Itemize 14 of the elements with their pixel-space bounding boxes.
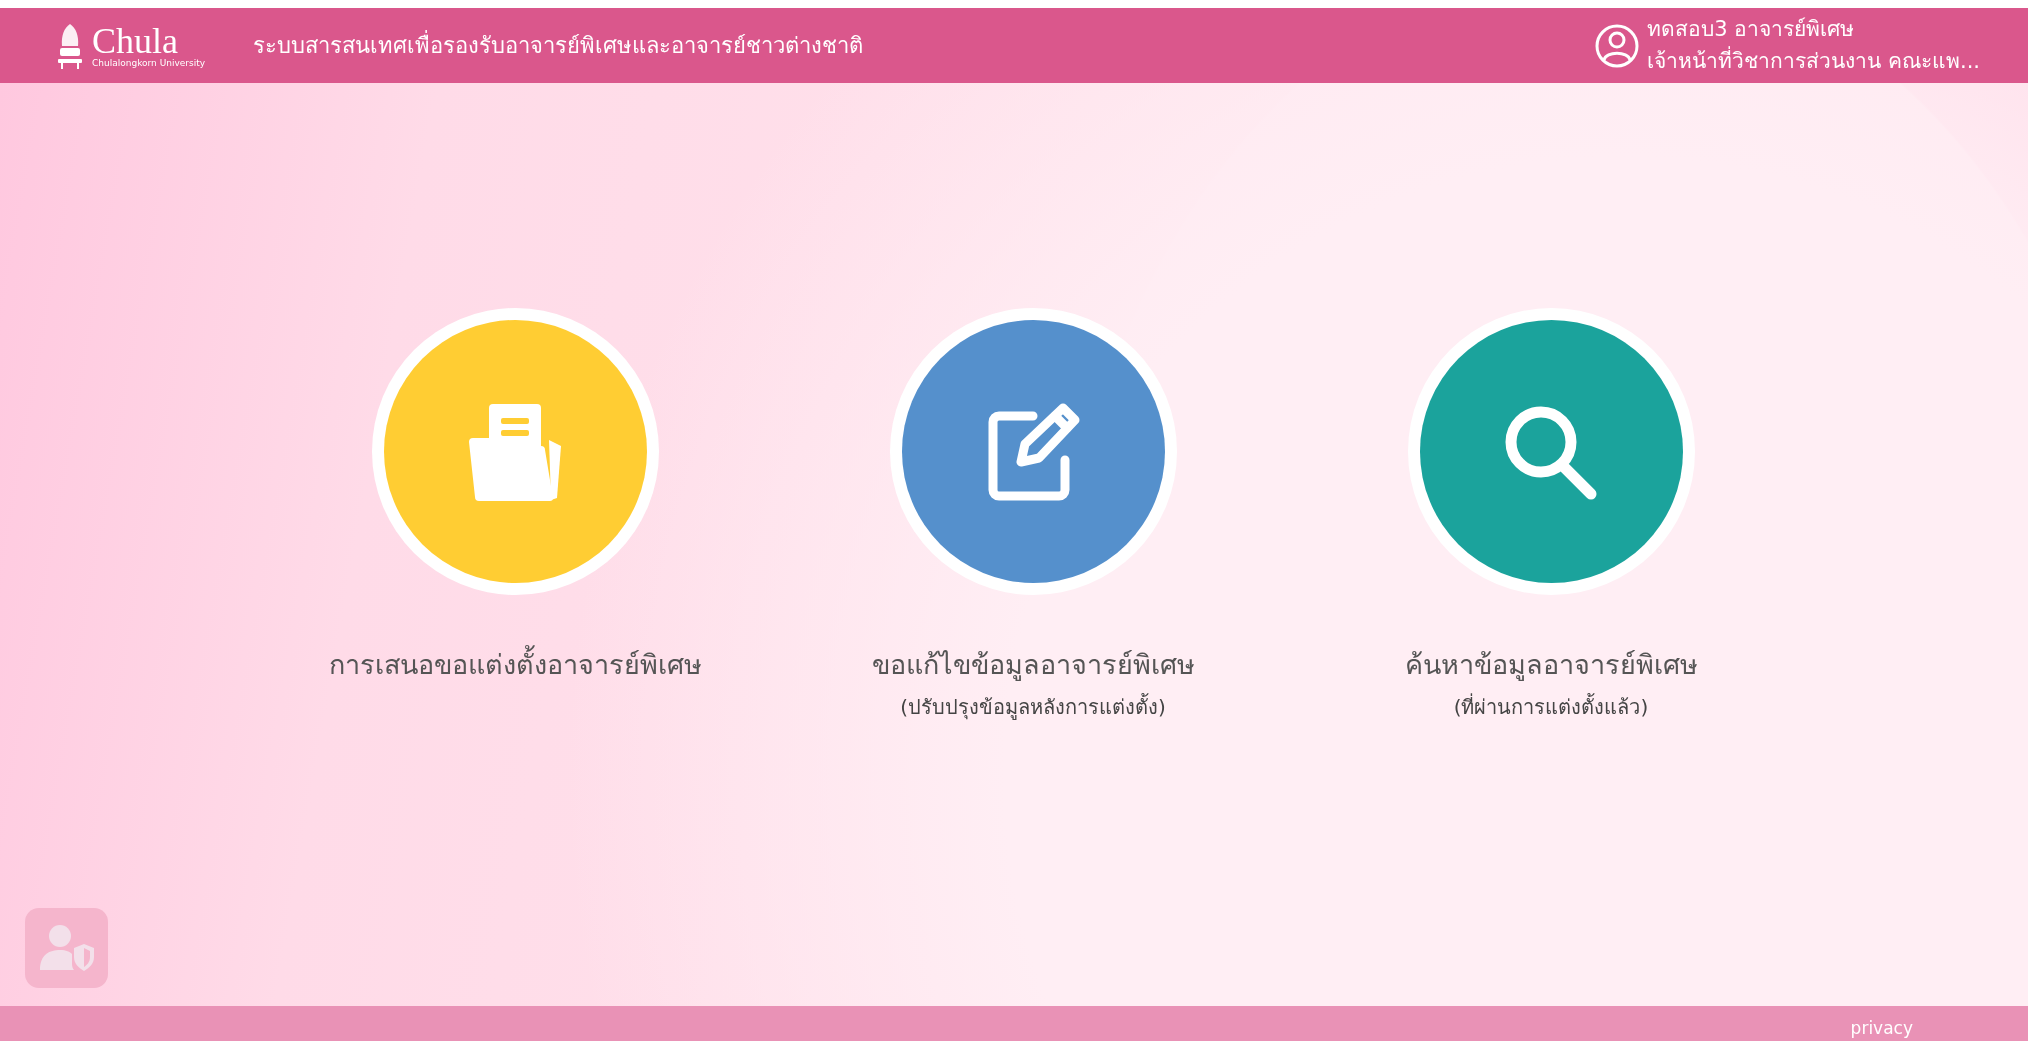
emblem-icon bbox=[56, 21, 84, 70]
user-role: เจ้าหน้าที่วิชาการส่วนงาน คณะแพ... bbox=[1647, 45, 1980, 75]
menu-title[interactable]: ขอแก้ไขข้อมูลอาจารย์พิเศษ bbox=[871, 645, 1195, 686]
menu-title[interactable]: ค้นหาข้อมูลอาจารย์พิเศษ bbox=[1404, 645, 1698, 686]
user-name: ทดสอบ3 อาจารย์พิเศษ bbox=[1647, 16, 1856, 43]
logo-wordmark: Chula bbox=[92, 22, 178, 59]
user-shield-icon bbox=[37, 924, 96, 972]
user-icon[interactable] bbox=[1595, 23, 1640, 68]
system-title: ระบบสารสนเทศเพื่อรองรับอาจารย์พิเศษและอาจารย์ชาวต่างชาติ bbox=[253, 29, 864, 62]
menu-subtitle: (ที่ผ่านการแต่งตั้งแล้ว) bbox=[1453, 692, 1649, 721]
menu-subtitle: (ปรับปรุงข้อมูลหลังการแต่งตั้ง) bbox=[900, 692, 1166, 722]
logo-subtitle: Chulalongkorn University bbox=[92, 58, 206, 69]
menu-title[interactable]: การเสนอขอแต่งตั้งอาจารย์พิเศษ bbox=[328, 645, 702, 686]
university-logo[interactable]: Chula Chulalongkorn University bbox=[56, 21, 206, 70]
